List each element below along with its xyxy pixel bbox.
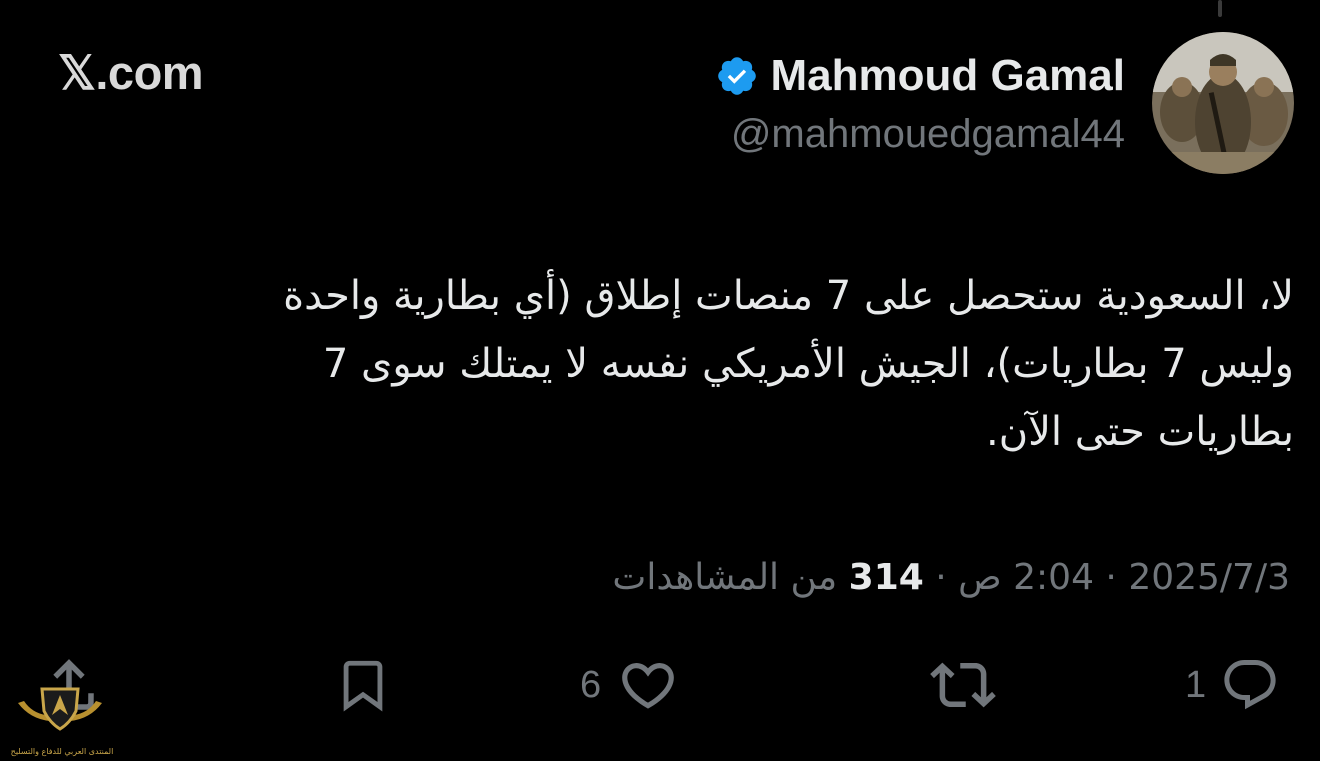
tweet-line: وليس 7 بطاريات)، الجيش الأمريكي نفسه لا …	[322, 341, 1294, 387]
tweet-time[interactable]: 2:04 ص	[958, 557, 1094, 598]
scroll-indicator	[1218, 0, 1222, 17]
tweet-text: لا، السعودية ستحصل على 7 منصات إطلاق (أي…	[56, 262, 1294, 466]
views-count: 314	[848, 557, 924, 598]
tweet-line: بطاريات حتى الآن.	[985, 409, 1294, 455]
tweet-meta: 2025/7/3 · 2:04 ص · 314 من المشاهدات	[612, 557, 1290, 598]
verified-badge-icon	[717, 57, 756, 95]
reply-count: 1	[1185, 663, 1207, 706]
meta-separator: ·	[1093, 557, 1129, 598]
meta-separator: ·	[923, 557, 959, 598]
shield-logo-icon	[18, 687, 102, 731]
retweet-button[interactable]	[930, 650, 996, 720]
views-label: من المشاهدات	[612, 557, 838, 598]
name-row: Mahmoud Gamal	[715, 52, 1126, 100]
site-brand[interactable]: 𝕏.com	[58, 45, 204, 101]
like-button[interactable]: 6	[580, 650, 679, 720]
reply-icon	[1224, 660, 1276, 710]
watermark-text: المنتدى العربي للدفاع والتسليح	[10, 747, 114, 756]
display-name[interactable]: Mahmoud Gamal	[771, 52, 1126, 100]
bookmark-button[interactable]	[334, 650, 392, 720]
author-info[interactable]: Mahmoud Gamal @mahmouedgamal44	[715, 52, 1126, 156]
retweet-icon	[930, 662, 996, 708]
user-handle[interactable]: @mahmouedgamal44	[731, 112, 1125, 156]
bookmark-icon	[343, 660, 383, 712]
action-bar: 1 6	[0, 650, 1320, 730]
forum-watermark: المنتدى العربي للدفاع والتسليح	[10, 675, 113, 761]
tweet-line: لا، السعودية ستحصل على 7 منصات إطلاق (أي…	[283, 273, 1294, 319]
heart-icon	[622, 663, 674, 709]
tweet-date[interactable]: 2025/7/3	[1128, 557, 1290, 598]
like-count: 6	[580, 663, 602, 706]
avatar[interactable]	[1152, 32, 1294, 174]
reply-button[interactable]: 1	[1185, 650, 1280, 720]
tweet-screenshot: 𝕏.com Mahmoud Gamal @mahmouedgamal44 لا،…	[0, 0, 1320, 761]
